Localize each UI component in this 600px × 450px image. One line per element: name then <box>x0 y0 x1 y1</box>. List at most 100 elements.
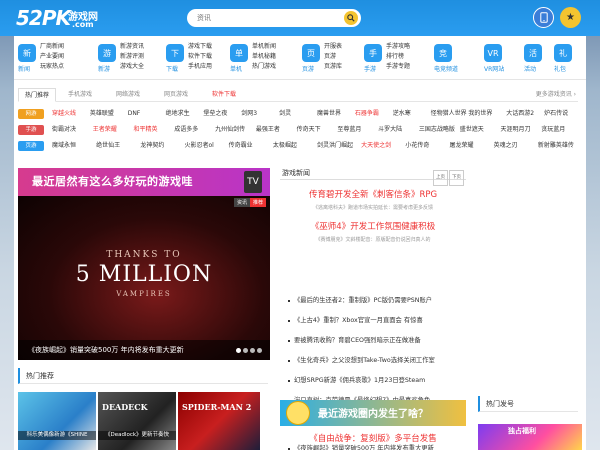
channel-icon[interactable]: 下 <box>166 44 184 62</box>
game-link[interactable]: 剑灵洪门崛起 <box>317 140 353 152</box>
nav-link[interactable]: 玩家热点 <box>40 62 64 72</box>
headline[interactable]: 《巫师4》开发工作氛围健康积极 <box>280 220 466 232</box>
tab-software[interactable]: 软件下载 <box>206 88 242 102</box>
nav-link[interactable]: 排行榜 <box>386 52 410 62</box>
tab-hot[interactable]: 热门推荐 <box>18 88 57 102</box>
game-link[interactable]: 剑灵 <box>279 108 291 120</box>
game-link[interactable]: DNF <box>128 108 141 120</box>
channel-icon[interactable]: 页 <box>302 44 320 62</box>
tab-web[interactable]: 网页游戏 <box>158 88 194 102</box>
channel-icon[interactable]: 活 <box>524 44 542 62</box>
game-link[interactable]: 炉石传说 <box>544 108 568 120</box>
game-link[interactable]: 盛世遮天 <box>460 124 484 136</box>
nav-link[interactable]: 软件下载 <box>188 52 212 62</box>
game-link[interactable]: 至尊蓝月 <box>337 124 361 136</box>
slide-dot[interactable] <box>243 348 248 353</box>
nav-link[interactable]: 手机应用 <box>188 62 212 72</box>
game-link[interactable]: 绝地求生 <box>166 108 190 120</box>
channel-icon[interactable]: 新 <box>18 44 36 62</box>
nav-link[interactable]: 手游攻略 <box>386 42 410 52</box>
channel-icon[interactable]: VR <box>484 44 502 62</box>
search-button[interactable] <box>344 11 358 25</box>
thumb-card[interactable]: SPIDER-MAN 2 <box>178 392 260 450</box>
game-link[interactable]: 魔兽世界 <box>317 108 341 120</box>
nav-caption[interactable]: 电竞频道 <box>434 64 464 73</box>
tab-mobile[interactable]: 手机游戏 <box>62 88 98 102</box>
news-item[interactable]: 《最后的生还者2：重制版》PC版仍需要PSN账户 <box>287 296 432 306</box>
game-link[interactable]: 九州仙剑传 <box>215 124 245 136</box>
slide-dot[interactable] <box>236 348 241 353</box>
game-link[interactable]: 魔域永恒 <box>52 140 76 152</box>
mobile-button[interactable] <box>533 7 554 28</box>
game-link[interactable]: 街霸对决 <box>52 124 76 136</box>
nav-link[interactable]: 新游资讯 <box>120 42 144 52</box>
nav-caption[interactable]: VR网站 <box>484 64 514 73</box>
game-link[interactable]: 王者荣耀 <box>93 124 117 136</box>
nav-link[interactable]: 单机新闻 <box>252 42 276 52</box>
game-link[interactable]: 龙神契约 <box>140 140 164 152</box>
game-link[interactable]: 大天使之剑 <box>361 140 391 152</box>
category-badge[interactable]: 页游 <box>18 141 44 151</box>
game-link[interactable]: 斗罗大陆 <box>378 124 402 136</box>
headline[interactable]: 传育碧开发全新《刺客信条》RPG <box>280 188 466 200</box>
game-link[interactable]: 石器争霸 <box>355 108 379 120</box>
channel-icon[interactable]: 竞 <box>434 44 452 62</box>
game-link[interactable]: 绝世仙王 <box>96 140 120 152</box>
news-banner[interactable]: 最近游戏圈内发生了啥？ <box>280 400 466 426</box>
game-link[interactable]: 剑网3 <box>241 108 257 120</box>
favorite-button[interactable]: ★ <box>560 7 581 28</box>
next-page-button[interactable]: 下页 <box>449 170 464 186</box>
slide-dot[interactable] <box>257 348 262 353</box>
nav-link[interactable]: 新游评测 <box>120 52 144 62</box>
game-link[interactable]: 新射雕英雄传 <box>538 140 574 152</box>
headline-sub[interactable]: 《逃离塔科夫》跑道市场实拍延长：需要考虑更多反馈 <box>280 204 466 211</box>
hero-slide[interactable]: 资讯 推荐 THANKS TO 5 MILLION VAMPIRES 《夜族崛起》… <box>18 196 270 360</box>
channel-icon[interactable]: 单 <box>230 44 248 62</box>
tab-online[interactable]: 网络游戏 <box>110 88 146 102</box>
nav-link[interactable]: 热门游戏 <box>252 62 276 72</box>
nav-link[interactable]: 游戏大全 <box>120 62 144 72</box>
nav-link[interactable]: 手游专题 <box>386 62 410 72</box>
hero-tag[interactable]: 资讯 <box>233 198 250 207</box>
slide-dot[interactable] <box>250 348 255 353</box>
nav-caption[interactable]: 礼包 <box>554 64 584 73</box>
nav-link[interactable]: 厂商新闻 <box>40 42 64 52</box>
game-link[interactable]: 英雄联盟 <box>90 108 114 120</box>
nav-link[interactable]: 页游库 <box>324 62 342 72</box>
game-link[interactable]: 三国志战略版 <box>419 124 455 136</box>
thumb-card[interactable]: DEADECK 《Deadlock》更新节奏快 <box>98 392 176 450</box>
news-item[interactable]: 《上古4》重制？Xbox官宣一月直面会 有惊喜 <box>288 316 423 326</box>
game-link[interactable]: 小花传奇 <box>405 140 429 152</box>
game-link[interactable]: 传奇霸业 <box>229 140 253 152</box>
channel-icon[interactable]: 游 <box>98 44 116 62</box>
category-badge[interactable]: 网游 <box>18 109 44 119</box>
nav-link[interactable]: 页游 <box>324 52 342 62</box>
nav-link[interactable]: 游戏下载 <box>188 42 212 52</box>
game-link[interactable]: 太极崛起 <box>273 140 297 152</box>
news-item[interactable]: 要被腾讯收购？育碧CEO强烈暗示正在做准备 <box>288 336 421 346</box>
game-link[interactable]: 成语多多 <box>174 124 198 136</box>
news-item[interactable]: 《夜族崛起》销量突破500万 年内将发布重大更新 <box>288 444 434 450</box>
gift-card[interactable]: 独占福利 <box>478 424 582 450</box>
game-link[interactable]: 天涯明月刀 <box>500 124 530 136</box>
nav-link[interactable]: 产业要闻 <box>40 52 64 62</box>
news-item[interactable]: 《生化奇兵》之父没想到Take-Two选择关闭工作室 <box>288 356 435 366</box>
news-item[interactable]: 幻想SRPG新游《佣兵哀歌》1月23日登Steam <box>287 376 425 386</box>
channel-icon[interactable]: 礼 <box>554 44 572 62</box>
nav-link[interactable]: 开服表 <box>324 42 342 52</box>
game-link[interactable]: 我的世界 <box>468 108 492 120</box>
channel-icon[interactable]: 手 <box>364 44 382 62</box>
hero-caption[interactable]: 《夜族崛起》销量突破500万 年内将发布重大更新 <box>18 340 270 360</box>
nav-caption[interactable]: 活动 <box>524 64 554 73</box>
game-link[interactable]: 最强王者 <box>256 124 280 136</box>
headline[interactable]: 《自由战争：复刻版》多平台发售 <box>280 432 466 444</box>
prev-page-button[interactable]: 上页 <box>433 170 448 186</box>
game-link[interactable]: 堡垒之夜 <box>203 108 227 120</box>
game-link[interactable]: 穿越火线 <box>52 108 76 120</box>
game-link[interactable]: 火影忍者ol <box>185 140 214 152</box>
game-link[interactable]: 贪玩蓝月 <box>541 124 565 136</box>
search-input[interactable] <box>197 11 327 25</box>
game-link[interactable]: 怪物猎人世界 <box>431 108 467 120</box>
game-link[interactable]: 逆水寒 <box>393 108 411 120</box>
game-link[interactable]: 大话西游2 <box>506 108 534 120</box>
